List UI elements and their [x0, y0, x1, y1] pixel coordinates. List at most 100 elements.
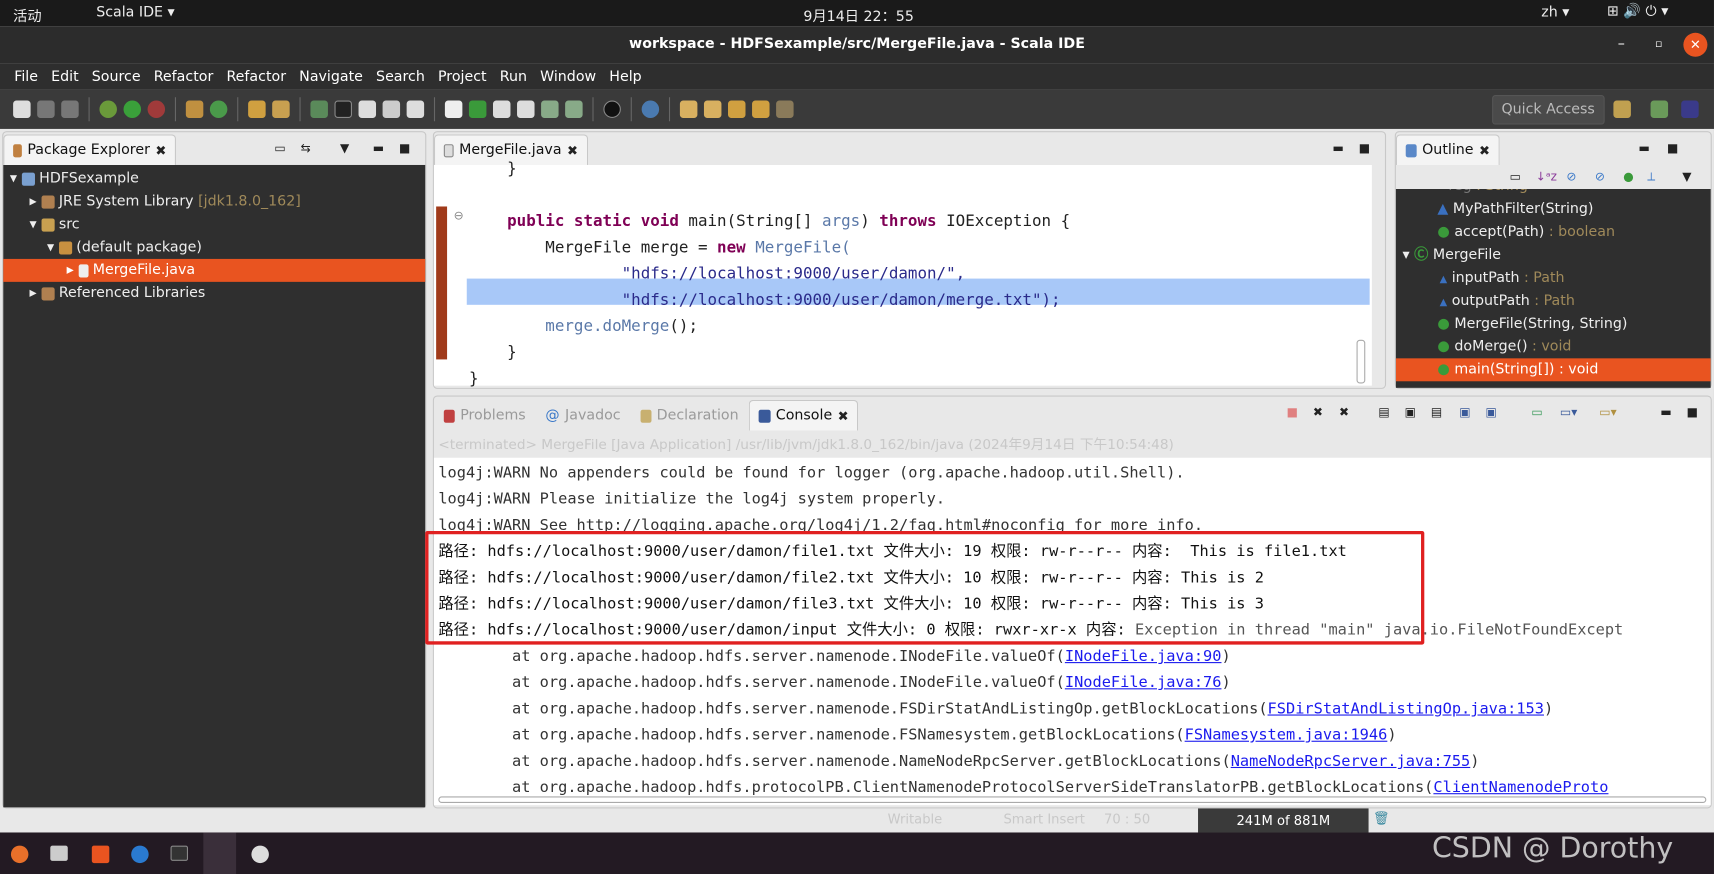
word-wrap-icon[interactable]: ▤	[1431, 405, 1442, 419]
back-icon[interactable]	[752, 100, 770, 118]
search-icon[interactable]	[641, 100, 660, 118]
outline-item[interactable]: ▲ outputPath : Path	[1396, 290, 1711, 313]
refresh-icon[interactable]	[541, 100, 559, 118]
minimize-icon[interactable]: ▬	[373, 141, 384, 155]
last-edit-icon[interactable]	[728, 100, 746, 118]
next-annotation-icon[interactable]	[679, 100, 698, 118]
close-icon[interactable]: ✖	[838, 408, 849, 423]
outline-item[interactable]: ▾ Ⓒ MergeFile	[1396, 244, 1711, 267]
menu-project[interactable]: Project	[431, 68, 493, 84]
close-icon[interactable]: ✖	[155, 143, 166, 158]
stack-link[interactable]: FSDirStatAndListingOp.java:153	[1268, 700, 1544, 717]
external-tools-icon[interactable]	[147, 100, 166, 118]
maximize-icon[interactable]: ■	[1359, 141, 1370, 155]
view-menu-icon[interactable]: ▼	[1682, 169, 1691, 183]
export-icon[interactable]	[565, 100, 583, 118]
menu-run[interactable]: Run	[493, 68, 533, 84]
annotation-icon[interactable]	[358, 100, 377, 118]
java-perspective-icon[interactable]	[1650, 100, 1669, 118]
minimize-icon[interactable]: ▬	[1660, 405, 1671, 419]
task-icon[interactable]	[492, 100, 511, 118]
minimize-icon[interactable]: ▬	[1639, 141, 1650, 155]
tree-item-src[interactable]: ▾ src	[3, 213, 425, 236]
outline-item[interactable]: reg : String	[1396, 189, 1711, 198]
activities-button[interactable]: 活动	[13, 4, 41, 25]
block-select-icon[interactable]	[382, 100, 401, 118]
hide-nonpublic-icon[interactable]: ●	[1623, 169, 1634, 183]
forward-icon[interactable]	[776, 100, 794, 118]
run-icon[interactable]	[123, 100, 142, 118]
sort-icon[interactable]: ↓ᵃz	[1536, 169, 1557, 183]
scala-icon[interactable]	[444, 100, 463, 118]
show-on-stderr-icon[interactable]: ▣	[1486, 405, 1497, 419]
remove-all-icon[interactable]: ✖	[1339, 405, 1349, 419]
view-menu-icon[interactable]: ▼	[340, 141, 349, 155]
clear-console-icon[interactable]: ▤	[1378, 405, 1389, 419]
hide-local-types-icon[interactable]: ⟂	[1647, 169, 1655, 184]
pin-console-icon[interactable]: ▭	[1531, 405, 1542, 419]
outline-item[interactable]: ▲ inputPath : Path	[1396, 267, 1711, 290]
outline-item[interactable]: ▲ MyPathFilter(String)	[1396, 198, 1711, 221]
menu-window[interactable]: Window	[534, 68, 603, 84]
open-console-icon[interactable]: ▭▾	[1599, 405, 1616, 419]
menu-source[interactable]: Source	[85, 68, 147, 84]
outline-item[interactable]: ● doMerge() : void	[1396, 335, 1711, 358]
hide-fields-icon[interactable]: ⊘	[1566, 169, 1576, 183]
tab-console[interactable]: Console ✖	[748, 399, 859, 431]
menu-refactor[interactable]: Refactor	[147, 68, 220, 84]
outline-item[interactable]: ● accept(Path) : boolean	[1396, 221, 1711, 244]
stack-link[interactable]: ClientNamenodeProto	[1433, 779, 1608, 796]
disc-icon[interactable]	[251, 845, 269, 864]
menu-edit[interactable]: Edit	[45, 68, 86, 84]
collapse-all-icon[interactable]: ▭	[1510, 169, 1521, 183]
code-editor[interactable]: ⊖ } public static void main(String[] arg…	[433, 161, 1372, 388]
tab-javadoc[interactable]: @ Javadoc	[536, 400, 631, 431]
close-icon[interactable]: ✖	[1479, 143, 1490, 158]
prev-annotation-icon[interactable]	[703, 100, 722, 118]
new-class-icon[interactable]	[209, 100, 228, 118]
tree-item-jre[interactable]: ▸ JRE System Library [jdk1.8.0_162]	[3, 190, 425, 213]
new-icon[interactable]	[13, 100, 31, 118]
fold-icon[interactable]: ⊖	[454, 209, 464, 223]
debug-icon[interactable]	[99, 100, 117, 118]
menu-help[interactable]: Help	[603, 68, 649, 84]
avatar-icon[interactable]	[603, 100, 621, 118]
collapse-all-icon[interactable]: ▭	[274, 141, 285, 155]
menu-refactor-2[interactable]: Refactor	[220, 68, 293, 84]
firefox-icon[interactable]	[10, 845, 29, 864]
software-icon[interactable]	[91, 845, 110, 864]
display-console-icon[interactable]: ▭▾	[1560, 405, 1577, 419]
scala-ide-dock-item[interactable]	[203, 832, 237, 874]
quick-access-input[interactable]: Quick Access	[1491, 94, 1605, 124]
save-icon[interactable]	[37, 100, 55, 118]
minimize-button[interactable]: –	[1618, 26, 1625, 63]
sync-icon[interactable]	[468, 100, 487, 118]
tree-item-project[interactable]: ▾ HDFSexample	[3, 167, 425, 190]
maximize-icon[interactable]: ■	[1667, 141, 1678, 155]
maximize-icon[interactable]: ■	[399, 141, 410, 155]
tree-item-mergefile[interactable]: ▸ MergeFile.java	[3, 258, 426, 282]
close-button[interactable]: ✕	[1683, 32, 1708, 57]
menu-search[interactable]: Search	[369, 68, 431, 84]
clock[interactable]: 9月14日 22：55	[803, 4, 913, 25]
stack-link[interactable]: INodeFile.java:76	[1065, 674, 1222, 691]
stack-link[interactable]: INodeFile.java:90	[1065, 648, 1222, 665]
scala-perspective-icon[interactable]	[1681, 100, 1699, 118]
app-menu[interactable]: Scala IDE ▾	[96, 4, 174, 20]
files-icon[interactable]	[50, 845, 68, 861]
tab-package-explorer[interactable]: Package Explorer ✖	[3, 134, 177, 165]
tab-declaration[interactable]: Declaration	[630, 400, 748, 431]
tree-item-default-package[interactable]: ▾ (default package)	[3, 236, 425, 259]
show-whitespace-icon[interactable]	[406, 100, 425, 118]
toggle-highlight-icon[interactable]	[334, 100, 352, 118]
hide-static-icon[interactable]: ⊘	[1595, 169, 1605, 183]
outline-item[interactable]: ● MergeFile(String, String)	[1396, 312, 1711, 335]
tab-problems[interactable]: Problems	[434, 400, 536, 431]
stack-link[interactable]: NameNodeRpcServer.java:755	[1231, 753, 1471, 770]
open-type-icon[interactable]	[248, 100, 266, 118]
tree-item-referenced-libraries[interactable]: ▸ Referenced Libraries	[3, 282, 425, 305]
outline-item-selected[interactable]: ● main(String[]) : void	[1395, 358, 1711, 382]
terminal-icon[interactable]	[170, 845, 189, 861]
list-icon[interactable]	[517, 100, 535, 118]
show-on-stdout-icon[interactable]: ▣	[1459, 405, 1470, 419]
